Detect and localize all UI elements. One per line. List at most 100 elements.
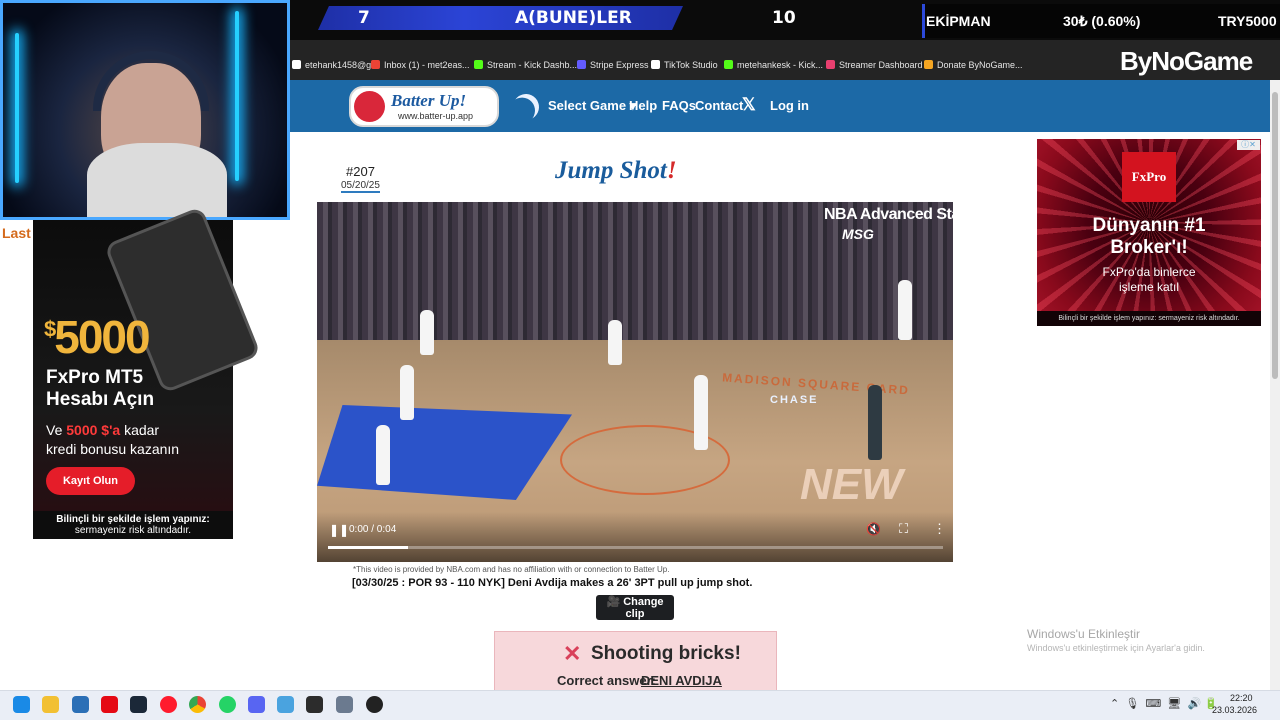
ad-title: FxPro MT5 Hesabı Açın	[46, 367, 154, 411]
ad-currency: $	[44, 316, 56, 342]
mute-icon[interactable]: 🔇	[866, 522, 881, 536]
ad-body-highlight: 5000 $'a	[66, 422, 121, 438]
video-crowd	[317, 202, 953, 352]
windows-start-icon[interactable]	[13, 696, 30, 713]
app-icon[interactable]	[306, 696, 323, 713]
ad-close-icon[interactable]: ⓘ✕	[1237, 140, 1260, 150]
answer-value-link[interactable]: DENI AVDIJA	[641, 673, 722, 688]
player-figure	[420, 310, 434, 355]
player-figure	[376, 425, 390, 485]
ad-right-risk-warning: Bilinçli bir şekilde işlem yapınız: serm…	[1037, 311, 1261, 326]
ad-risk-line: Bilinçli bir şekilde işlem yapınız:	[56, 514, 210, 525]
bynogame-logo: ByNoGame	[1120, 46, 1253, 76]
app-icon[interactable]	[277, 696, 294, 713]
settings-icon[interactable]	[336, 696, 353, 713]
bookmark-item[interactable]: Streamer Dashboard	[826, 60, 923, 70]
nba-stats-watermark: NBA Advanced Stats	[824, 206, 973, 223]
nav-faqs[interactable]: FAQs	[662, 98, 696, 113]
file-explorer-icon[interactable]	[42, 696, 59, 713]
windows-activate-subtitle: Windows'u etkinleştirmek için Ayarlar'a …	[1027, 643, 1205, 653]
bookmark-item[interactable]: Stream - Kick Dashb...	[474, 60, 577, 70]
ticker-price: TRY5000	[1218, 13, 1277, 29]
ad-body-text: Ve	[46, 422, 67, 438]
sponsor-text: CHASE	[770, 394, 819, 406]
system-tray[interactable]: ⌃ 🎙 ⌨ 🖥 🔊 🔋	[1110, 697, 1218, 710]
nav-contact[interactable]: Contact	[695, 98, 743, 113]
player-figure	[898, 280, 912, 340]
score-right: 10	[772, 8, 796, 28]
bookmark-item[interactable]: TikTok Studio	[651, 60, 718, 70]
more-options-icon[interactable]: ⋮	[933, 521, 946, 537]
puzzle-title-bang: !	[666, 157, 677, 184]
nav-help[interactable]: Help	[629, 98, 657, 113]
streamer-shirt	[87, 143, 227, 217]
ad-right-title-line: Broker'ı!	[1110, 237, 1188, 258]
headphones	[93, 51, 209, 111]
store-icon[interactable]	[72, 696, 89, 713]
windows-activate-title: Windows'u Etkinleştir	[1027, 627, 1140, 641]
floor-text: NEW	[800, 460, 903, 509]
ad-amount-value: 5000	[54, 311, 150, 363]
logo-title: Batter Up!	[391, 91, 467, 110]
app-icon[interactable]	[366, 696, 383, 713]
ad-title-line: Hesabı Açın	[46, 389, 155, 410]
change-clip-button[interactable]: 🎥 Change clip	[596, 595, 674, 620]
ad-right-sub-line: işleme katıl	[1118, 280, 1180, 294]
x-twitter-icon[interactable]: 𝕏	[742, 95, 756, 115]
puzzle-title: Jump Shot!	[555, 157, 677, 185]
wrong-x-icon: ✕	[563, 641, 582, 666]
batter-logo-icon	[354, 91, 385, 122]
video-progress-fill	[328, 546, 408, 549]
ad-risk-line: sermayeniz risk altındadır.	[74, 525, 192, 536]
bookmark-item[interactable]: Inbox (1) - met2eas...	[371, 60, 470, 70]
clock-time[interactable]: 22:20	[1230, 693, 1253, 703]
fxpro-logo: FxPro	[1122, 152, 1176, 202]
clock-date[interactable]: 23.03.2026	[1212, 705, 1257, 715]
msg-network-watermark: MSG	[842, 226, 874, 242]
ad-body-text: kadar	[120, 422, 160, 438]
puzzle-title-text: Jump Shot	[555, 157, 667, 184]
ad-body-line: kredi bonusu kazanın	[46, 441, 180, 457]
player-figure	[400, 365, 414, 420]
player-figure	[868, 385, 882, 460]
netflix-icon[interactable]	[101, 696, 118, 713]
video-progress-track[interactable]	[328, 546, 943, 549]
chrome-icon[interactable]	[189, 696, 206, 713]
pause-icon[interactable]: ❚❚	[329, 523, 349, 537]
clip-caption: [03/30/25 : POR 93 - 110 NYK] Deni Avdij…	[352, 577, 753, 589]
bookmark-item[interactable]: etehank1458@g...	[292, 60, 379, 70]
video-disclaimer: *This video is provided by NBA.com and h…	[353, 565, 670, 574]
ad-risk-warning: Bilinçli bir şekilde işlem yapınız: serma…	[33, 511, 233, 539]
fullscreen-icon[interactable]: ⛶	[899, 521, 908, 537]
discord-icon[interactable]	[248, 696, 265, 713]
neon-light	[235, 11, 239, 181]
ad-body: Ve 5000 $'a kadar kredi bonusu kazanın	[46, 421, 179, 459]
video-controls	[317, 512, 953, 562]
bookmark-item[interactable]: Donate ByNoGame...	[924, 60, 1023, 70]
ad-right-title-line: Dünyanın #1	[1092, 215, 1206, 236]
puzzle-date[interactable]: 05/20/25	[341, 180, 380, 193]
steam-icon[interactable]	[130, 696, 147, 713]
ad-amount: $5000	[44, 310, 151, 364]
result-title: Shooting bricks!	[591, 643, 741, 664]
bookmark-item[interactable]: Stripe Express	[577, 60, 649, 70]
nav-login[interactable]: Log in	[770, 98, 809, 113]
scrollbar-thumb[interactable]	[1272, 92, 1278, 379]
score-left: 7	[358, 8, 370, 28]
ticker-name: EKİPMAN	[926, 13, 991, 29]
video-time: 0:00 / 0:04	[349, 524, 397, 535]
ad-title-line: FxPro MT5	[46, 367, 144, 388]
neon-light	[15, 33, 19, 183]
ad-signup-button[interactable]: Kayıt Olun	[46, 467, 135, 495]
whatsapp-icon[interactable]	[219, 696, 236, 713]
ticker-change: 30₺ (0.60%)	[1063, 13, 1141, 29]
nav-select-game[interactable]: Select Game ▾	[548, 98, 636, 114]
ad-right-sub-line: FxPro'da binlerce	[1102, 265, 1196, 279]
opera-icon[interactable]	[160, 696, 177, 713]
webcam-feed	[0, 0, 290, 220]
bookmark-item[interactable]: metehankesk - Kick...	[724, 60, 823, 70]
ad-right-title: Dünyanın #1 Broker'ı!	[1037, 215, 1261, 259]
team-name: A(BUNE)LER	[515, 8, 632, 28]
player-figure	[694, 375, 708, 450]
ad-right-subtitle: FxPro'da binlerce işleme katıl	[1037, 265, 1261, 295]
